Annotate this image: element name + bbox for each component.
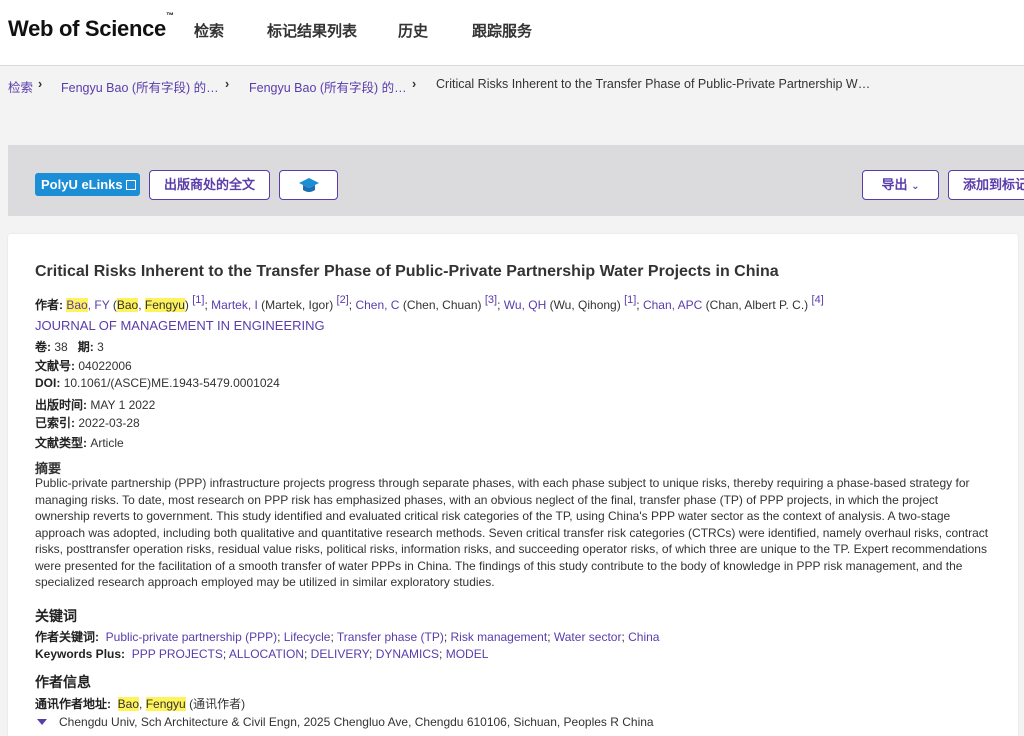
corresponding-address-row: Chengdu Univ, Sch Architecture & Civil E… (35, 715, 654, 729)
abstract-text: Public-private partnership (PPP) infrast… (35, 476, 989, 589)
affiliation-ref[interactable]: [4] (812, 294, 824, 306)
top-header: Web of Science™ 检索 标记结果列表 历史 跟踪服务 (0, 0, 1024, 66)
affiliation-ref[interactable]: [3] (485, 294, 497, 306)
author-link-2[interactable]: Martek, I (211, 298, 258, 312)
article-number-row: 文献号: 04022006 (35, 359, 132, 373)
author-link-3[interactable]: Chen, C (355, 298, 399, 312)
external-link-icon (125, 180, 136, 190)
document-type-row: 文献类型: Article (35, 436, 124, 450)
keyword-plus-link[interactable]: PPP PROJECTS (132, 647, 223, 661)
export-button[interactable]: 导出 ⌄ (862, 170, 939, 200)
chevron-right-icon: › (225, 77, 230, 91)
affiliation-ref[interactable]: [1] (624, 294, 636, 306)
chevron-down-icon: ⌄ (911, 181, 920, 192)
journal-link[interactable]: JOURNAL OF MANAGEMENT IN ENGINEERING (35, 318, 325, 333)
academic-cap-button[interactable] (279, 170, 338, 200)
keyword-link[interactable]: Lifecycle (284, 630, 331, 644)
keyword-link[interactable]: Transfer phase (TP) (337, 630, 444, 644)
corresponding-author-row: 通讯作者地址: Bao, Fengyu (通讯作者) (35, 697, 246, 711)
author-link-4[interactable]: Wu, QH (504, 298, 546, 312)
chevron-right-icon: › (38, 77, 43, 91)
chevron-right-icon: › (412, 77, 417, 91)
doi-row: DOI: 10.1061/(ASCE)ME.1943-5479.0001024 (35, 376, 280, 390)
nav-search[interactable]: 检索 (194, 20, 224, 41)
nav-history[interactable]: 历史 (398, 20, 428, 41)
indexed-date-row: 已索引: 2022-03-28 (35, 416, 140, 430)
authors-row: 作者: Bao, FY (Bao, Fengyu) [1]; Martek, I… (35, 294, 824, 312)
publisher-fulltext-button[interactable]: 出版商处的全文 (149, 170, 270, 200)
record-title: Critical Risks Inherent to the Transfer … (35, 263, 779, 280)
keyword-link[interactable]: Water sector (554, 630, 622, 644)
authors-label: 作者: (35, 298, 63, 312)
author-link-5[interactable]: Chan, APC (643, 298, 702, 312)
keyword-plus-link[interactable]: DELIVERY (311, 647, 369, 661)
expand-toggle-icon[interactable] (37, 719, 47, 725)
breadcrumb-current: Critical Risks Inherent to the Transfer … (436, 77, 871, 91)
keyword-plus-link[interactable]: DYNAMICS (376, 647, 439, 661)
keywords-heading: 关键词 (35, 608, 77, 624)
author-keywords-row: 作者关键词: Public-private partnership (PPP);… (35, 630, 660, 644)
author-info-heading: 作者信息 (35, 674, 91, 690)
affiliation-ref[interactable]: [1] (192, 294, 204, 306)
volume-issue-row: 卷: 38 期: 3 (35, 340, 104, 354)
add-to-marked-list-button[interactable]: 添加到标记 (948, 170, 1024, 200)
keywords-plus-row: Keywords Plus: PPP PROJECTS; ALLOCATION;… (35, 647, 489, 661)
graduation-cap-icon (298, 177, 319, 192)
keyword-link[interactable]: Public-private partnership (PPP) (106, 630, 277, 644)
web-of-science-logo[interactable]: Web of Science™ (8, 11, 174, 42)
breadcrumb-search[interactable]: 检索 (8, 77, 33, 96)
polyu-elinks-button[interactable]: PolyU eLinks (35, 173, 140, 196)
nav-alerts[interactable]: 跟踪服务 (472, 20, 532, 41)
keyword-link[interactable]: China (628, 630, 659, 644)
keyword-plus-link[interactable]: ALLOCATION (229, 647, 304, 661)
keyword-link[interactable]: Risk management (450, 630, 547, 644)
author-link-1[interactable]: Bao, FY (66, 298, 110, 312)
publication-date-row: 出版时间: MAY 1 2022 (35, 398, 156, 412)
affiliation-ref[interactable]: [2] (337, 294, 349, 306)
nav-marked-list[interactable]: 标记结果列表 (267, 20, 357, 41)
keyword-plus-link[interactable]: MODEL (446, 647, 489, 661)
breadcrumb-results-1[interactable]: Fengyu Bao (所有字段) 的… (61, 77, 219, 96)
breadcrumb-results-2[interactable]: Fengyu Bao (所有字段) 的… (249, 77, 407, 96)
